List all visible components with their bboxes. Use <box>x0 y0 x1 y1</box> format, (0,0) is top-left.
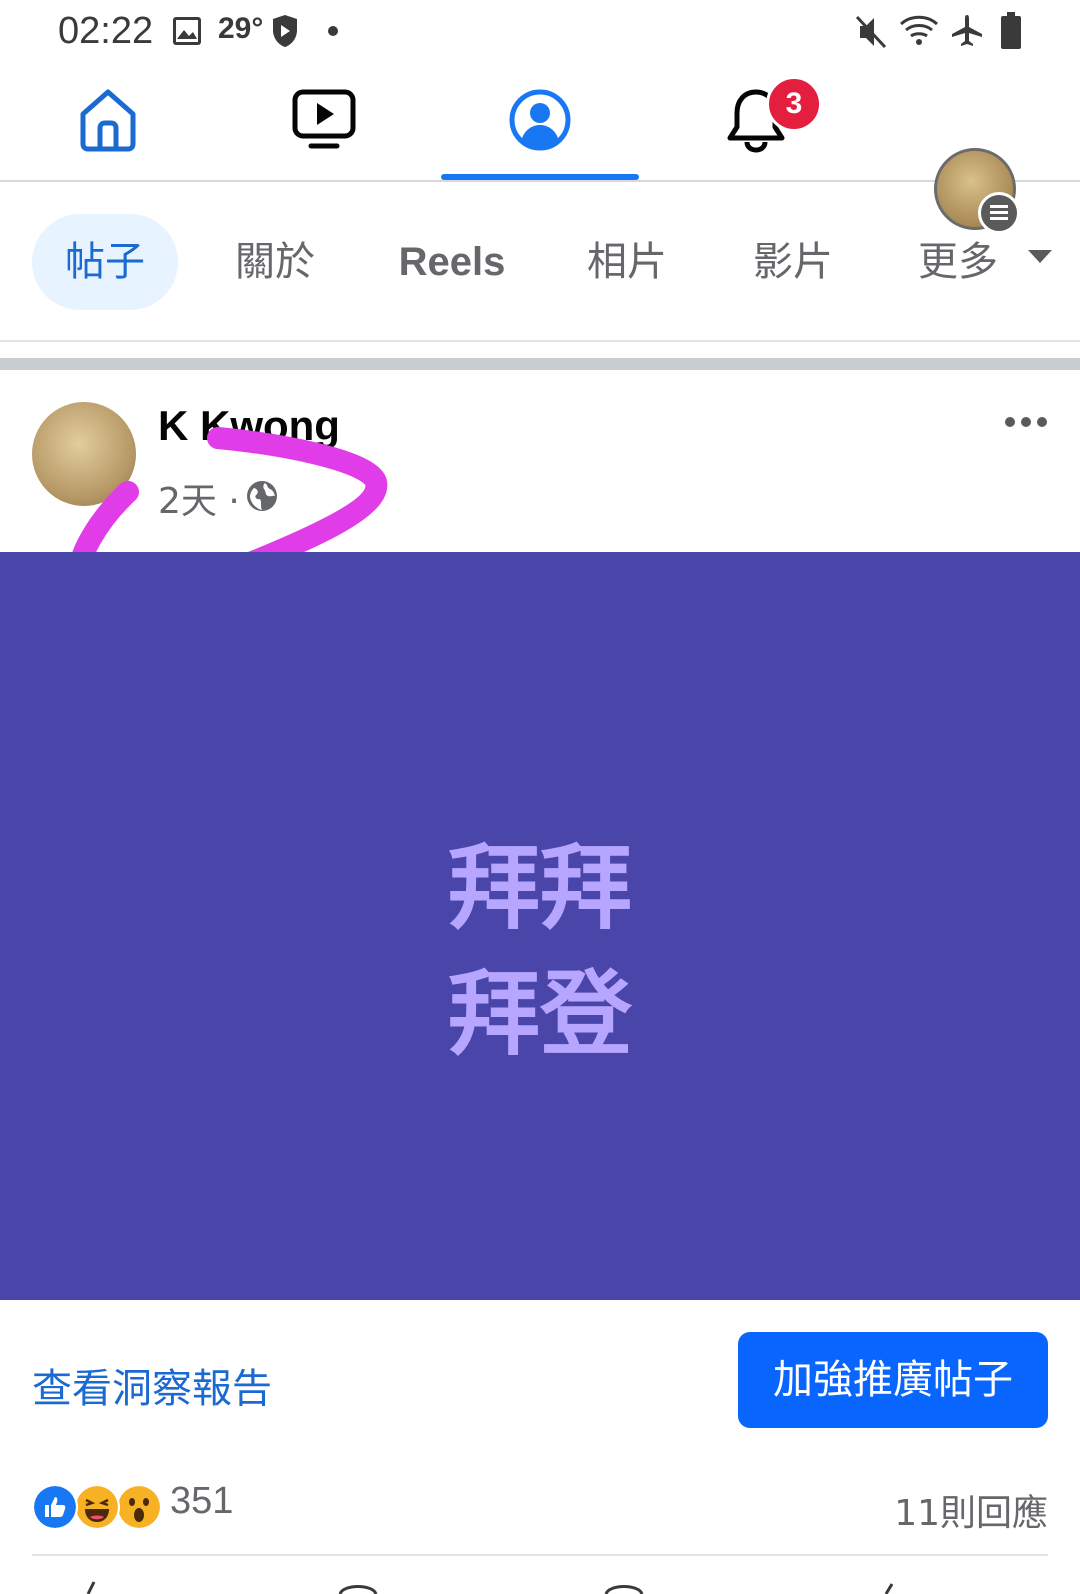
status-bar: 02:22 29° <box>0 0 1080 66</box>
send-button-icon[interactable] <box>880 1580 900 1594</box>
tab-about[interactable]: 關於 <box>210 214 340 310</box>
post-image[interactable]: 拜拜 拜登 <box>0 552 1080 1300</box>
like-button-icon[interactable] <box>80 1580 110 1594</box>
tab-videos[interactable]: 影片 <box>728 214 858 310</box>
mute-icon <box>855 15 887 49</box>
reaction-count[interactable]: 351 <box>170 1480 233 1523</box>
tab-posts[interactable]: 帖子 <box>32 214 178 310</box>
status-temperature: 29° <box>218 12 264 45</box>
nav-watch[interactable] <box>216 66 432 180</box>
more-options-icon[interactable] <box>1004 416 1048 428</box>
tab-photos[interactable]: 相片 <box>562 214 692 310</box>
view-insights-link[interactable]: 查看洞察報告 <box>32 1356 272 1414</box>
haha-reaction-icon <box>74 1484 120 1530</box>
post-image-text-line-2: 拜登 <box>447 961 632 1068</box>
battery-icon <box>1001 12 1021 49</box>
boost-post-button[interactable]: 加強推廣帖子 <box>738 1332 1048 1428</box>
tab-more[interactable]: 更多 <box>898 214 1018 310</box>
wifi-icon <box>899 15 939 45</box>
status-time: 02:22 <box>58 10 154 52</box>
post-image-text-line-1: 拜拜 <box>447 835 632 942</box>
gallery-icon <box>173 17 201 45</box>
nav-notifications[interactable] <box>648 66 864 180</box>
comment-count[interactable]: 11則回應 <box>894 1484 1048 1536</box>
active-tab-indicator <box>441 174 639 180</box>
chevron-down-icon[interactable] <box>1028 250 1052 263</box>
section-divider <box>0 358 1080 370</box>
nav-profile[interactable] <box>432 66 648 180</box>
home-icon <box>80 89 136 152</box>
reaction-icons[interactable] <box>32 1484 162 1530</box>
notification-badge: 3 <box>766 76 822 132</box>
profile-icon <box>509 89 571 151</box>
nav-home[interactable] <box>0 66 216 180</box>
wow-reaction-icon <box>116 1484 162 1530</box>
watch-icon <box>292 89 356 149</box>
airplane-icon <box>952 15 982 46</box>
profile-tabs: 帖子 關於 Reels 相片 影片 更多 <box>0 182 1080 342</box>
post-footer-divider <box>32 1554 1048 1556</box>
comment-button-icon[interactable] <box>338 1580 378 1594</box>
tab-reels[interactable]: Reels <box>384 214 520 310</box>
share-button-icon[interactable] <box>604 1580 644 1594</box>
top-navigation <box>0 66 1080 234</box>
like-reaction-icon <box>32 1484 78 1530</box>
dot-icon <box>328 26 338 36</box>
shield-icon <box>273 15 297 47</box>
